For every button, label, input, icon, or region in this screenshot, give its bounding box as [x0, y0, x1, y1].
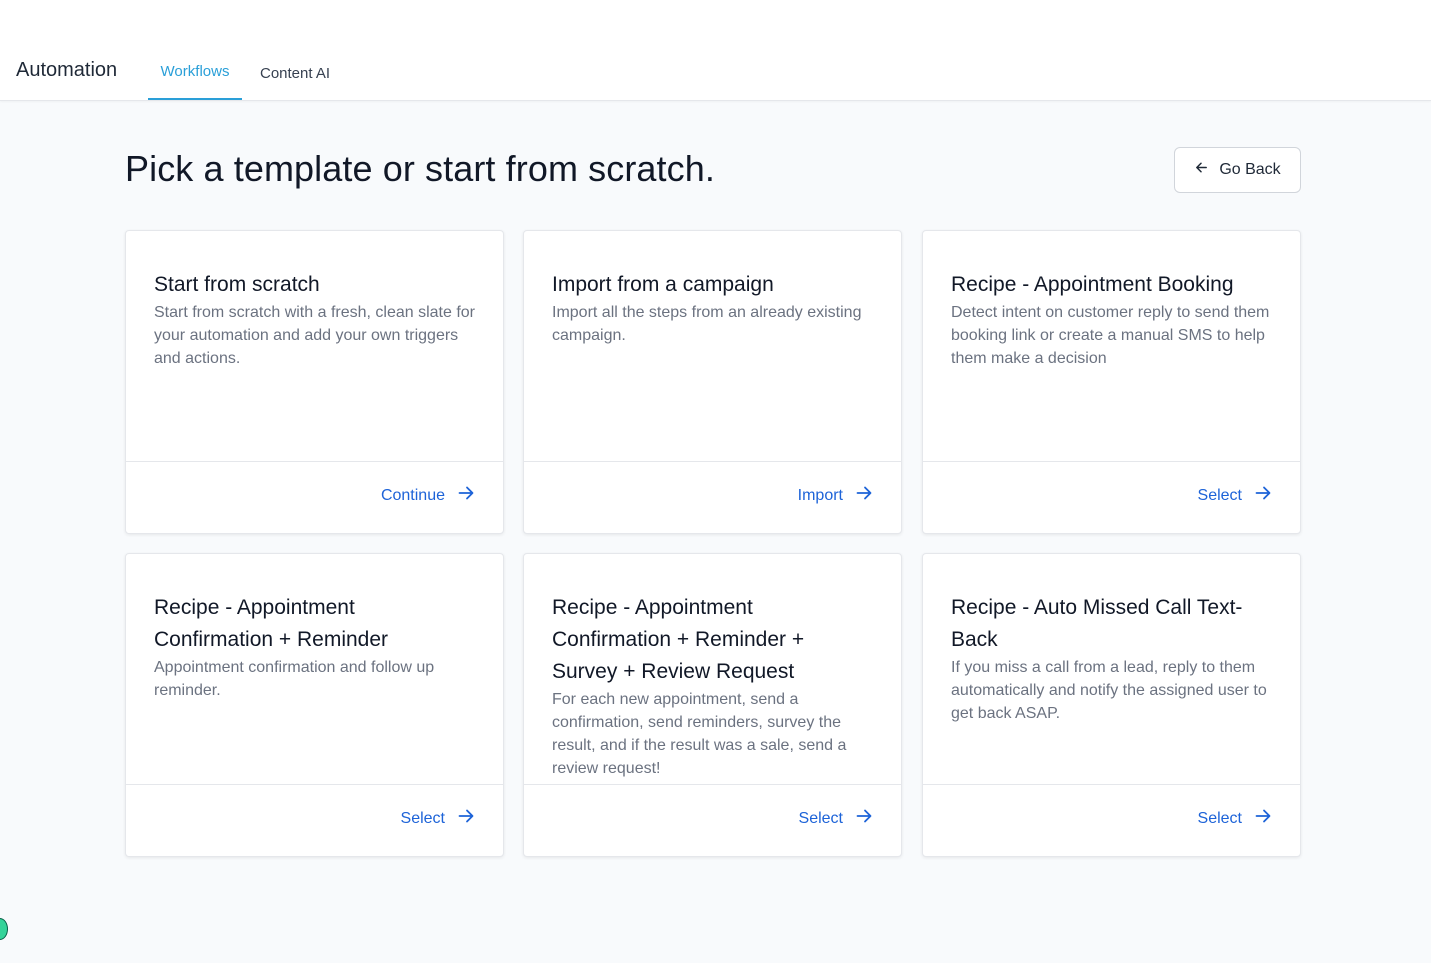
page-title: Pick a template or start from scratch.: [125, 148, 715, 189]
card-title: Recipe - Auto Missed Call Text-Back: [951, 596, 1243, 651]
arrow-right-icon: [1254, 807, 1272, 830]
template-card-import-campaign: Import from a campaign Import all the st…: [523, 230, 902, 534]
select-button[interactable]: Select: [1198, 484, 1272, 507]
arrow-right-icon: [855, 484, 873, 507]
card-description: If you miss a call from a lead, reply to…: [951, 659, 1267, 722]
card-action-label: Select: [1197, 809, 1242, 827]
card-footer: Import: [524, 461, 901, 533]
import-button[interactable]: Import: [798, 484, 873, 507]
arrow-left-icon: [1194, 160, 1209, 180]
card-description: Start from scratch with a fresh, clean s…: [154, 304, 476, 367]
select-button[interactable]: Select: [401, 807, 475, 830]
card-title: Recipe - Appointment Booking: [951, 273, 1234, 296]
card-title: Import from a campaign: [552, 273, 774, 296]
template-card-start-from-scratch: Start from scratch Start from scratch wi…: [125, 230, 504, 534]
card-title: Recipe - Appointment Confirmation + Remi…: [552, 596, 805, 683]
card-footer: Select: [126, 784, 503, 856]
arrow-right-icon: [1254, 484, 1272, 507]
card-description: Import all the steps from an already exi…: [552, 304, 862, 344]
card-action-label: Select: [798, 809, 843, 827]
chat-widget-indicator[interactable]: [0, 918, 8, 940]
template-card-missed-call-text-back: Recipe - Auto Missed Call Text-Back If y…: [922, 553, 1301, 857]
go-back-button[interactable]: Go Back: [1174, 147, 1301, 193]
continue-button[interactable]: Continue: [381, 484, 475, 507]
card-description: Detect intent on customer reply to send …: [951, 304, 1270, 367]
tab-content-ai[interactable]: Content AI: [260, 65, 330, 82]
arrow-right-icon: [457, 807, 475, 830]
card-footer: Select: [923, 461, 1300, 533]
app-title: Automation: [16, 59, 118, 81]
card-footer: Select: [923, 784, 1300, 856]
arrow-right-icon: [457, 484, 475, 507]
card-footer: Select: [524, 784, 901, 856]
template-card-appointment-booking: Recipe - Appointment Booking Detect inte…: [922, 230, 1301, 534]
card-title: Start from scratch: [154, 273, 320, 296]
arrow-right-icon: [855, 807, 873, 830]
select-button[interactable]: Select: [1198, 807, 1272, 830]
card-action-label: Select: [400, 809, 445, 827]
card-action-label: Select: [1197, 486, 1242, 504]
template-card-appointment-confirmation: Recipe - Appointment Confirmation + Remi…: [125, 553, 504, 857]
template-card-appointment-survey-review: Recipe - Appointment Confirmation + Remi…: [523, 553, 902, 857]
card-action-label: Continue: [380, 486, 445, 504]
select-button[interactable]: Select: [799, 807, 873, 830]
tab-workflows[interactable]: Workflows: [148, 63, 242, 100]
card-action-label: Import: [797, 486, 843, 504]
card-description: Appointment confirmation and follow up r…: [154, 659, 435, 699]
card-footer: Continue: [126, 461, 503, 533]
go-back-label: Go Back: [1219, 161, 1281, 178]
top-nav-bar: Automation Workflows Content AI: [0, 0, 1431, 101]
card-title: Recipe - Appointment Confirmation + Remi…: [154, 596, 389, 651]
card-description: For each new appointment, send a confirm…: [552, 691, 847, 777]
